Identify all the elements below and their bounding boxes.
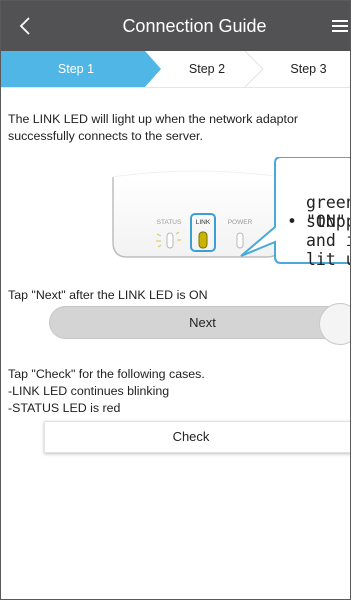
next-button-label: Next [189, 315, 216, 330]
app-screen: Connection Guide Step 1 Step 2 Step 3 Th… [0, 0, 351, 600]
check-instruction-line-2: -LINK LED continues blinking [8, 384, 170, 398]
link-label: LINK [196, 219, 211, 226]
tab-step-1: Step 1 [57, 62, 95, 76]
menu-button[interactable] [332, 1, 350, 51]
check-button[interactable]: Check [44, 421, 350, 453]
next-instruction: Tap "Next" after the LINK LED is ON [8, 288, 208, 302]
bottom-margin [0, 600, 353, 612]
check-instruction-line-3: -STATUS LED is red [8, 401, 121, 415]
callout-bullet: • [287, 212, 297, 231]
step-indicator: Step 1 Step 2 Step 3 [1, 51, 350, 88]
status-led [166, 232, 174, 249]
check-button-label: Check [172, 429, 210, 444]
check-instruction: Tap "Check" for the following cases. -LI… [8, 366, 338, 417]
next-button[interactable]: Next [49, 303, 350, 345]
hamburger-icon [332, 17, 348, 35]
link-led [198, 231, 208, 249]
page-title: Connection Guide [122, 16, 267, 36]
status-label: STATUS [157, 219, 182, 226]
tab-step-2: Step 2 [188, 62, 226, 76]
next-button-cap [319, 303, 350, 345]
check-instruction-line-1: Tap "Check" for the following cases. [8, 367, 205, 381]
tab-step-3: Step 3 [290, 62, 327, 76]
power-label: POWER [228, 219, 253, 226]
power-led [236, 232, 244, 249]
title-bar: Connection Guide [1, 1, 350, 51]
intro-text: The LINK LED will light up when the netw… [8, 112, 298, 143]
